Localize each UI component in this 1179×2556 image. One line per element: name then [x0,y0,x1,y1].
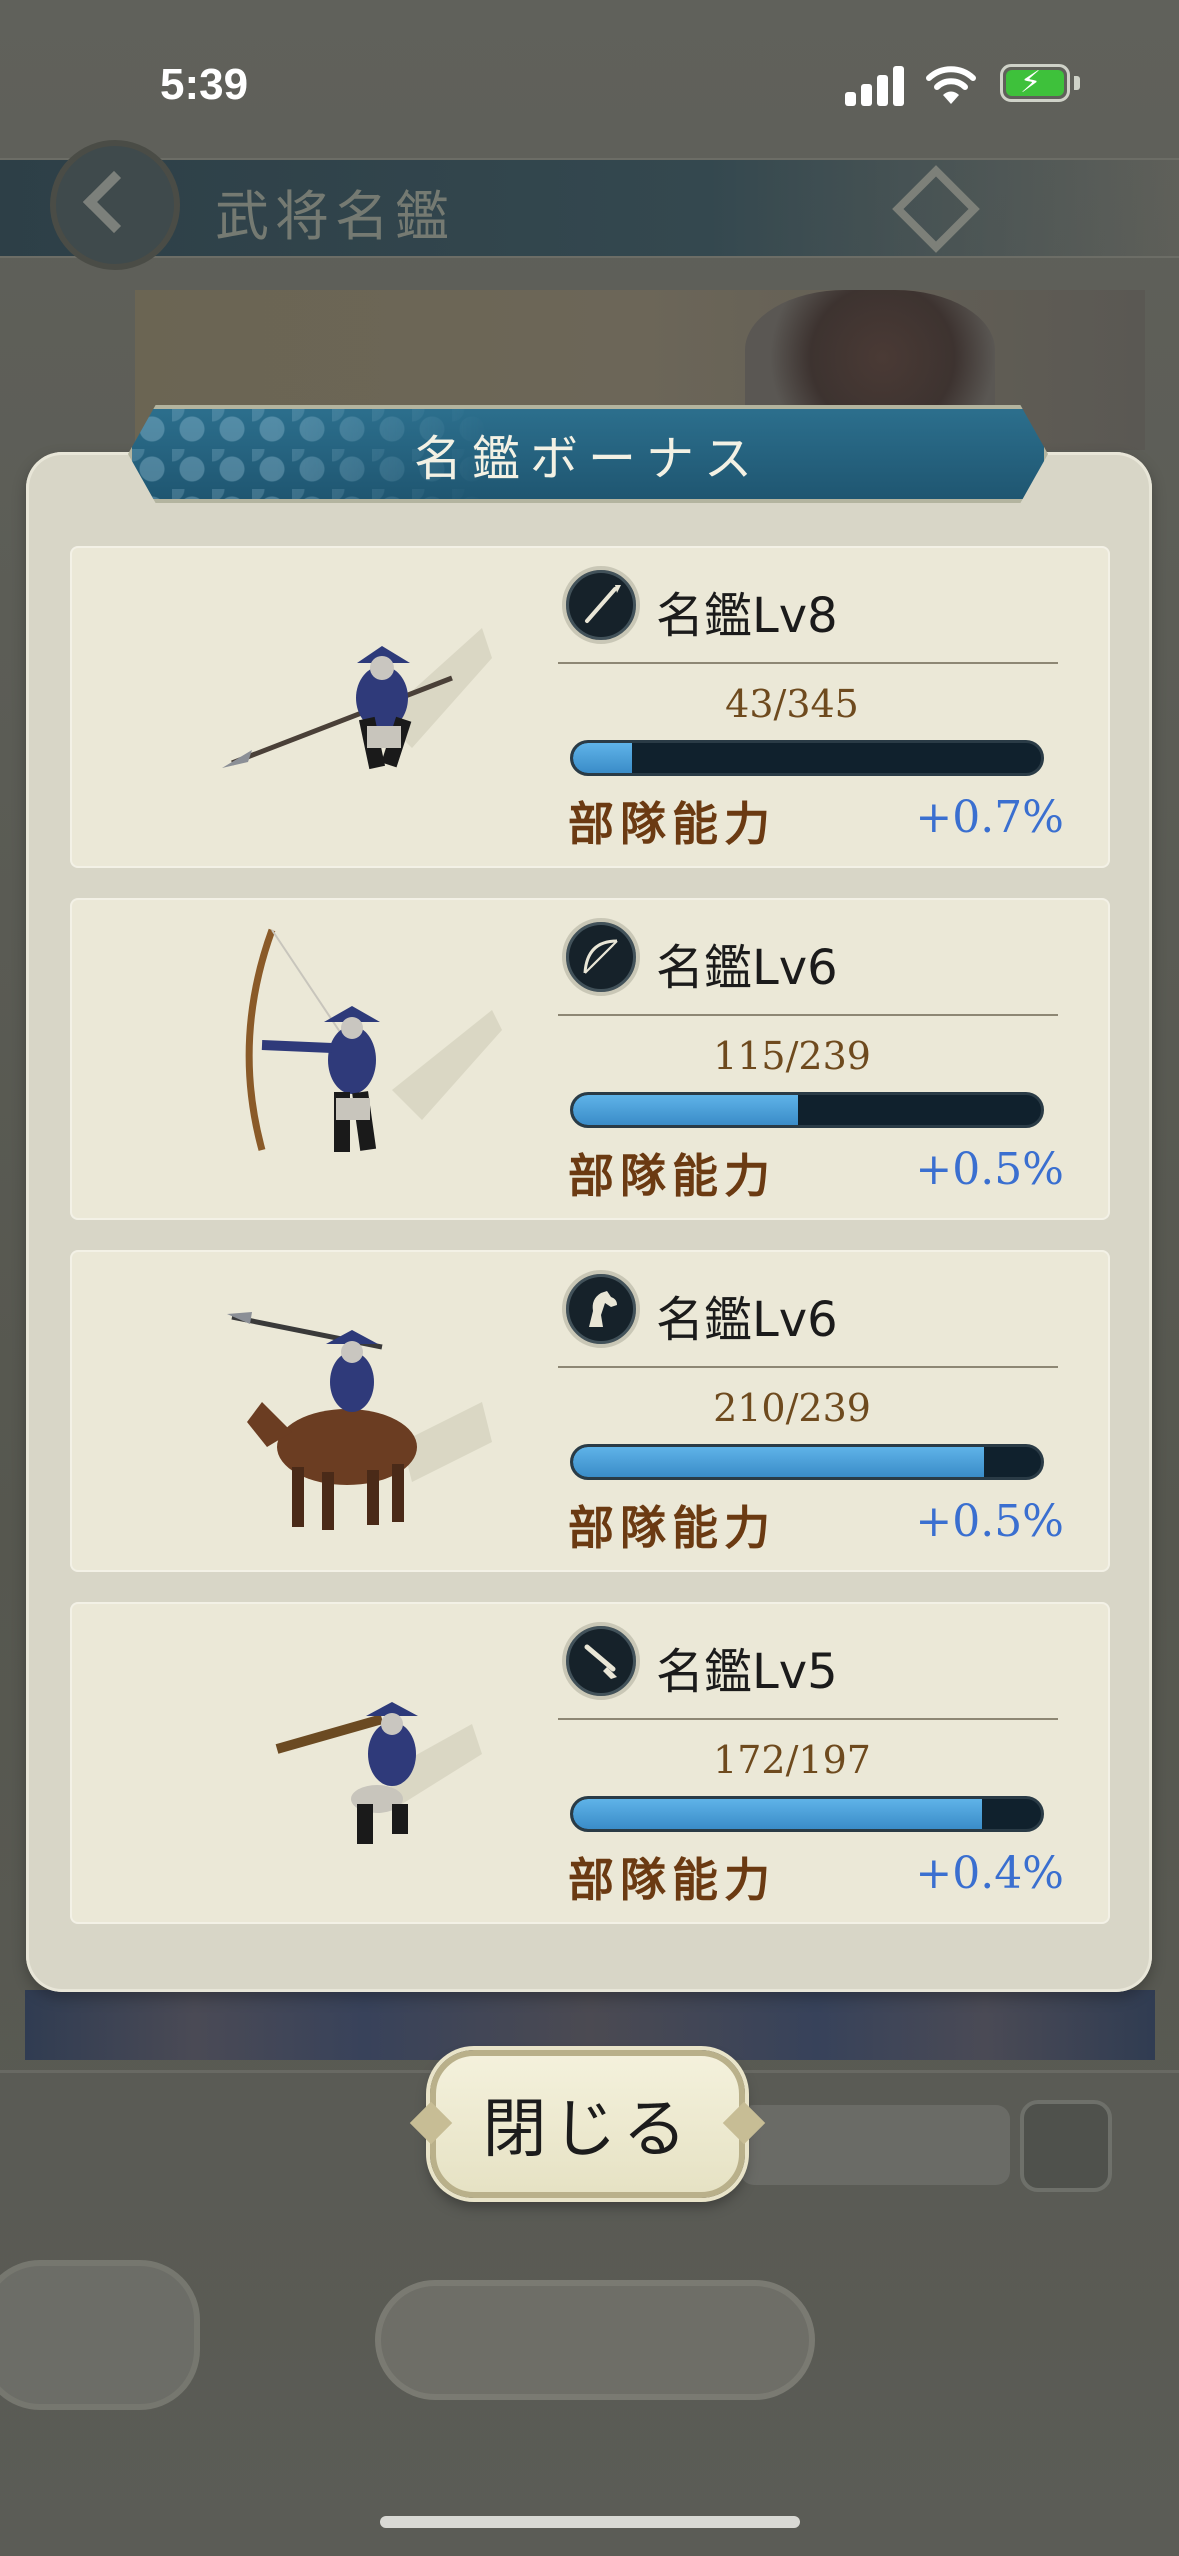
spear-soldier-image [222,628,492,770]
card-ability-value: +0.4% [915,1848,1064,1899]
background-search-pill [740,2105,1010,2185]
bonus-card-bow: 名鑑Lv6 115/239 部隊能力 +0.5% [72,900,1108,1218]
card-level-label: 名鑑Lv6 [656,1292,838,1348]
battery-charging-icon: ⚡ [1000,64,1070,102]
gunner-soldier-image [275,1702,482,1844]
modal-title: 名鑑ボーナス [413,431,762,487]
background-header-title: 武将名鑑 [215,185,455,248]
archer-soldier-image [245,928,502,1152]
card-progress-fill [573,1447,985,1477]
background-sort-button [1020,2100,1112,2192]
card-divider [558,1718,1058,1720]
cavalry-soldier-image [227,1312,492,1530]
card-ability-label: 部隊能力 [568,1853,776,1907]
status-time: 5:39 [160,60,249,109]
card-ability-label: 部隊能力 [568,1501,776,1555]
card-level-label: 名鑑Lv8 [656,588,838,644]
spear-icon [562,566,640,644]
card-ability-value: +0.5% [915,1496,1064,1547]
card-progress-bar [570,740,1044,776]
background-bonus-button [375,2280,815,2400]
bow-icon [562,918,640,996]
card-level-label: 名鑑Lv6 [656,940,838,996]
card-progress-bar [570,1092,1044,1128]
card-ability-label: 部隊能力 [568,797,776,851]
bonus-card-gun: 名鑑Lv5 172/197 部隊能力 +0.4% [72,1604,1108,1922]
card-ability-label: 部隊能力 [568,1149,776,1203]
bonus-card-spear: 名鑑Lv8 43/345 部隊能力 +0.7% [72,548,1108,866]
card-progress-text: 210/239 [713,1386,871,1430]
card-progress-bar [570,1444,1044,1480]
card-ability-value: +0.5% [915,1144,1064,1195]
home-indicator[interactable] [380,2516,800,2528]
card-ability-value: +0.7% [915,792,1064,843]
bonus-card-cavalry: 名鑑Lv6 210/239 部隊能力 +0.5% [72,1252,1108,1570]
horse-icon [562,1270,640,1348]
battery-nub [1074,76,1080,90]
close-button[interactable]: 閉じる [430,2050,745,2198]
card-progress-fill [573,1095,799,1125]
modal-title-bar: 名鑑ボーナス [128,405,1048,503]
card-progress-text: 172/197 [713,1738,871,1782]
background-return-button [0,2260,200,2410]
card-progress-bar [570,1796,1044,1832]
card-divider [558,1366,1058,1368]
card-level-label: 名鑑Lv5 [656,1644,838,1700]
card-progress-text: 43/345 [725,682,859,726]
signal-icon [845,62,905,106]
wifi-icon [926,66,976,104]
card-divider [558,1014,1058,1016]
card-progress-text: 115/239 [713,1034,871,1078]
card-progress-fill [573,743,632,773]
card-divider [558,662,1058,664]
close-button-label: 閉じる [482,2093,693,2167]
card-progress-fill [573,1799,982,1829]
rifle-icon [562,1622,640,1700]
